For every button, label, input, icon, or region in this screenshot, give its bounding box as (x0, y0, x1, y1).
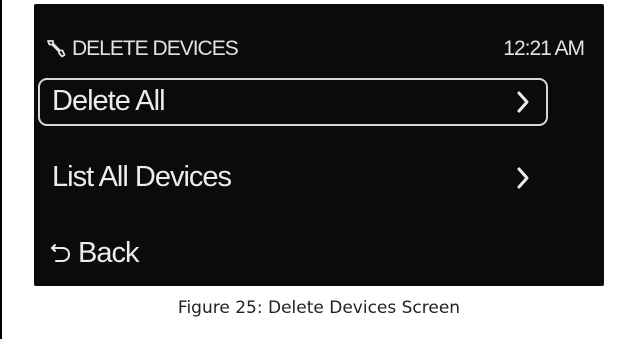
back-label: Back (78, 237, 139, 269)
chevron-right-icon (517, 167, 529, 189)
menu-item-list-all-devices[interactable]: List All Devices (36, 154, 550, 202)
wrench-icon (47, 40, 66, 58)
menu-item-label: Delete All (52, 85, 166, 117)
device-screen: DELETE DEVICES 12:21 AM Delete All List … (34, 4, 604, 286)
page-left-rule (0, 0, 2, 339)
figure-caption: Figure 25: Delete Devices Screen (177, 298, 461, 318)
screen-title: DELETE DEVICES (72, 37, 239, 60)
back-arrow-icon (51, 244, 71, 262)
status-bar: DELETE DEVICES 12:21 AM (34, 34, 604, 70)
clock: 12:21 AM (503, 37, 585, 60)
menu-item-label: List All Devices (52, 161, 232, 193)
menu-item-delete-all[interactable]: Delete All (38, 78, 548, 126)
document-page: DELETE DEVICES 12:21 AM Delete All List … (0, 0, 639, 339)
back-button[interactable]: Back (36, 230, 336, 276)
chevron-right-icon (517, 91, 529, 113)
